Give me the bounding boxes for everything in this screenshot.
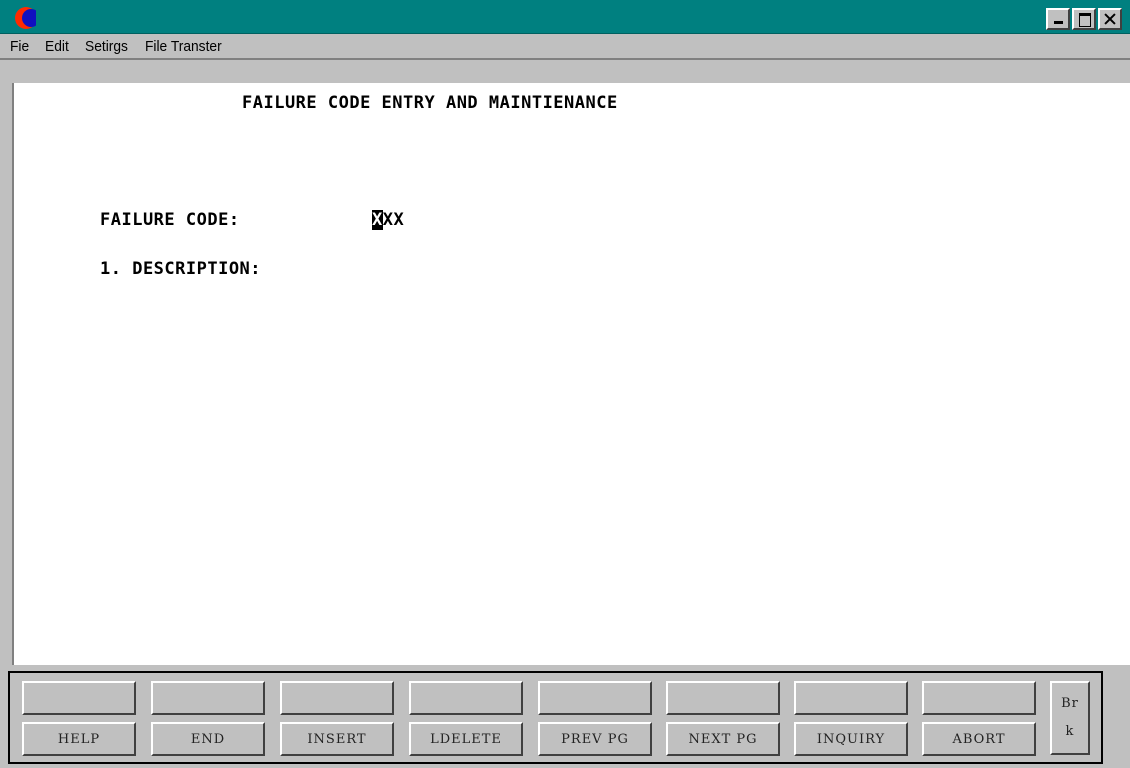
page-title: FAILURE CODE ENTRY AND MAINTIENANCE <box>242 93 618 113</box>
fkey-top-6[interactable] <box>666 681 780 715</box>
fkey-top-2[interactable] <box>151 681 265 715</box>
function-key-bar: HELP END INSERT LDELETE PREV PG NEXT PG … <box>0 665 1130 768</box>
break-label-line1: Br <box>1061 696 1079 711</box>
minimize-icon[interactable] <box>1046 8 1070 30</box>
text-cursor: X <box>372 210 383 230</box>
abort-button[interactable]: ABORT <box>922 722 1036 756</box>
menu-settings[interactable]: Setirgs <box>85 38 128 55</box>
fkey-top-1[interactable] <box>22 681 136 715</box>
failure-code-label: FAILURE CODE: <box>100 210 240 230</box>
failure-code-value: XX <box>382 210 405 230</box>
maximize-icon[interactable] <box>1072 8 1096 30</box>
menu-file[interactable]: Fie <box>10 38 29 55</box>
crescent-app-icon[interactable] <box>14 6 36 30</box>
fkey-top-4[interactable] <box>409 681 523 715</box>
inquiry-button[interactable]: INQUIRY <box>794 722 908 756</box>
terminal-screen[interactable]: FAILURE CODE ENTRY AND MAINTIENANCE FAIL… <box>12 83 1130 665</box>
help-button[interactable]: HELP <box>22 722 136 756</box>
end-button[interactable]: END <box>151 722 265 756</box>
menu-file-transfer[interactable]: File Transter <box>145 38 222 55</box>
function-key-panel: HELP END INSERT LDELETE PREV PG NEXT PG … <box>8 671 1103 764</box>
failure-code-field[interactable]: XXX <box>372 210 404 230</box>
ldelete-button[interactable]: LDELETE <box>409 722 523 756</box>
break-label-line2: k <box>1065 724 1075 739</box>
fkey-top-8[interactable] <box>922 681 1036 715</box>
fkey-top-5[interactable] <box>538 681 652 715</box>
next-page-button[interactable]: NEXT PG <box>666 722 780 756</box>
menu-edit[interactable]: Edit <box>45 38 69 55</box>
title-bar <box>0 0 1130 34</box>
menu-bar: Fie Edit Setirgs File Transter <box>0 34 1130 60</box>
prev-page-button[interactable]: PREV PG <box>538 722 652 756</box>
insert-button[interactable]: INSERT <box>280 722 394 756</box>
fkey-top-3[interactable] <box>280 681 394 715</box>
close-icon[interactable] <box>1098 8 1122 30</box>
fkey-top-7[interactable] <box>794 681 908 715</box>
break-button[interactable]: Br k <box>1050 681 1090 755</box>
description-label: 1. DESCRIPTION: <box>100 259 262 279</box>
